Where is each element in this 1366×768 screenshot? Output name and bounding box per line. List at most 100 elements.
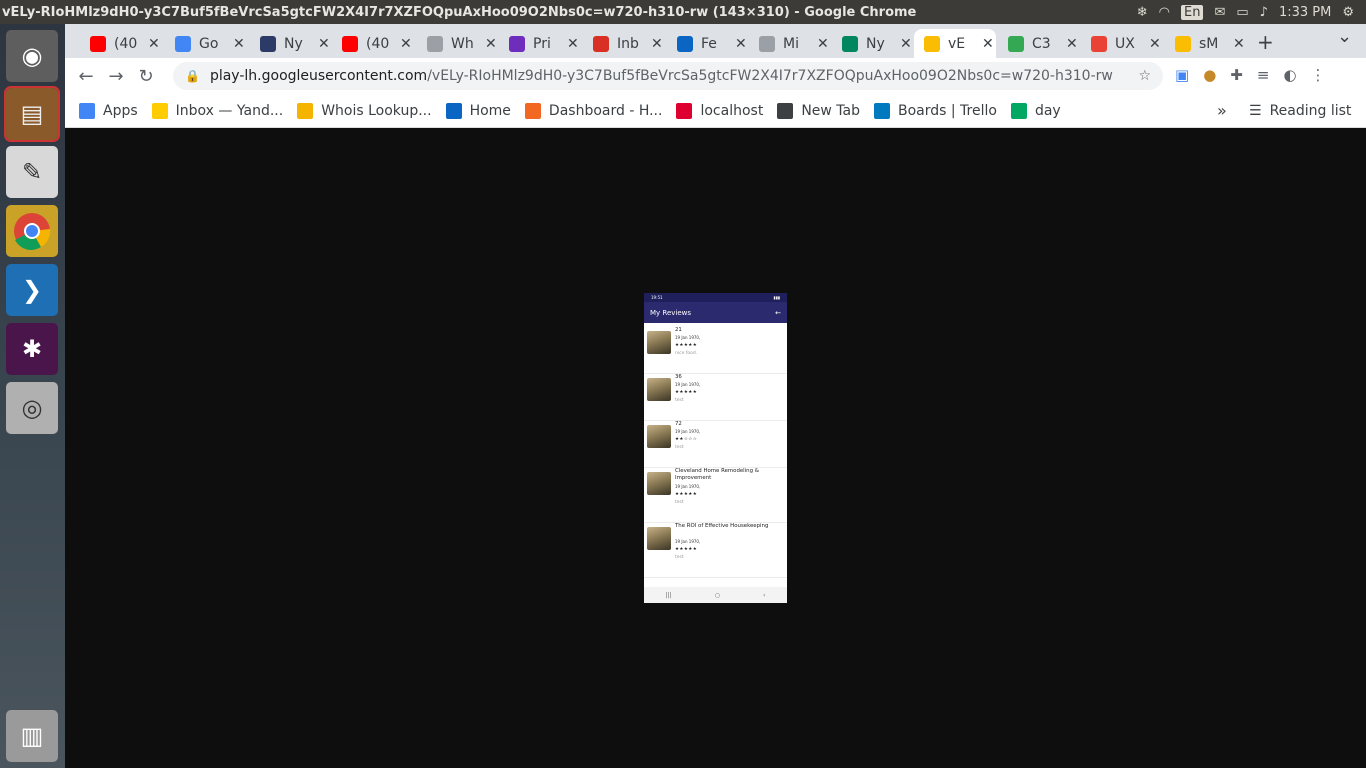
bookmark-label: Whois Lookup... bbox=[321, 102, 432, 119]
forward-icon[interactable]: → bbox=[101, 66, 131, 87]
review-comment: test bbox=[675, 398, 684, 403]
close-tab-icon[interactable]: ✕ bbox=[735, 36, 747, 52]
back-arrow-icon: ← bbox=[775, 308, 781, 317]
bookmark-label: day bbox=[1034, 102, 1061, 119]
star-icon[interactable]: ☆ bbox=[1138, 68, 1151, 84]
close-tab-icon[interactable]: ✕ bbox=[1066, 36, 1078, 52]
network-icon[interactable]: ❄ bbox=[1137, 5, 1148, 20]
bookmark-item[interactable]: Home bbox=[445, 102, 511, 119]
close-tab-icon[interactable]: ✕ bbox=[233, 36, 245, 52]
review-thumbnail bbox=[647, 378, 671, 401]
url-host: play-lh.googleusercontent.com bbox=[209, 68, 428, 84]
tab[interactable]: Ny ✕ bbox=[250, 29, 330, 58]
cookie-extension-icon[interactable]: ● bbox=[1203, 66, 1216, 84]
bookmark-item[interactable]: day bbox=[1010, 102, 1061, 119]
menu-icon[interactable]: ⋮ bbox=[1311, 66, 1326, 84]
tab-favicon-icon bbox=[677, 35, 693, 52]
reading-list-icon: ☰ bbox=[1249, 102, 1262, 119]
review-title: Cleveland Home Remodeling & Improvement bbox=[675, 468, 759, 481]
tab[interactable]: UX ✕ bbox=[1081, 29, 1161, 58]
tab-label: Go bbox=[199, 35, 219, 52]
battery-icon[interactable]: ▭ bbox=[1236, 5, 1248, 20]
profile-avatar[interactable]: ◐ bbox=[1283, 66, 1296, 84]
text-editor-icon[interactable]: ✎ bbox=[6, 146, 58, 198]
lock-icon[interactable]: 🔒 bbox=[185, 69, 200, 83]
chrome-icon[interactable] bbox=[6, 205, 58, 257]
extensions-icon[interactable]: ✚ bbox=[1230, 66, 1243, 84]
tab[interactable]: vE ✕ bbox=[914, 29, 996, 58]
vscode-icon[interactable]: ❯ bbox=[6, 264, 58, 316]
back-nav-icon: ‹ bbox=[763, 591, 766, 599]
review-date: 19 Jan 1970, bbox=[675, 429, 701, 434]
tab[interactable]: Wh ✕ bbox=[417, 29, 497, 58]
recents-icon: ||| bbox=[665, 591, 672, 599]
close-tab-icon[interactable]: ✕ bbox=[817, 36, 829, 52]
tab-favicon-icon bbox=[175, 35, 191, 52]
wifi-icon[interactable]: ◠ bbox=[1159, 5, 1170, 20]
bookmark-favicon-icon bbox=[676, 102, 693, 119]
bookmark-item[interactable]: Dashboard - H... bbox=[524, 102, 662, 119]
tab-favicon-icon bbox=[90, 35, 106, 52]
reload-icon[interactable]: ↻ bbox=[131, 66, 161, 87]
review-stars: ★★★★★ bbox=[675, 343, 698, 348]
tab-search-icon[interactable]: ⌄ bbox=[1337, 26, 1352, 47]
bookmark-item[interactable]: localhost bbox=[676, 102, 763, 119]
bookmark-label: Boards | Trello bbox=[898, 102, 997, 119]
bookmark-item[interactable]: New Tab bbox=[777, 102, 860, 119]
close-tab-icon[interactable]: ✕ bbox=[900, 36, 912, 52]
bookmark-item[interactable]: Boards | Trello bbox=[874, 102, 997, 119]
settings-icon[interactable]: ⚙ bbox=[1342, 5, 1354, 20]
phone-page-title: My Reviews bbox=[650, 308, 692, 317]
new-tab-button[interactable]: + bbox=[1257, 30, 1274, 54]
tab[interactable]: Fe ✕ bbox=[667, 29, 747, 58]
tab[interactable]: Go ✕ bbox=[165, 29, 245, 58]
tab[interactable]: Inb ✕ bbox=[583, 29, 663, 58]
review-thumbnail bbox=[647, 472, 671, 495]
review-item: 72 19 Jan 1970, ★★☆☆☆ test bbox=[644, 421, 787, 468]
bookmark-favicon-icon bbox=[445, 102, 462, 119]
tab[interactable]: sM ✕ bbox=[1165, 29, 1245, 58]
close-tab-icon[interactable]: ✕ bbox=[1149, 36, 1161, 52]
ubuntu-icon[interactable]: ◉ bbox=[6, 30, 58, 82]
mail-icon[interactable]: ✉ bbox=[1214, 5, 1225, 20]
review-stars: ★★★★★ bbox=[675, 492, 698, 497]
close-tab-icon[interactable]: ✕ bbox=[1233, 36, 1245, 52]
address-bar[interactable]: 🔒 play-lh.googleusercontent.com/vELy-RIo… bbox=[173, 62, 1163, 90]
files-icon[interactable]: ▤ bbox=[4, 86, 60, 142]
close-tab-icon[interactable]: ✕ bbox=[400, 36, 412, 52]
close-tab-icon[interactable]: ✕ bbox=[982, 36, 994, 52]
review-thumbnail bbox=[647, 425, 671, 448]
review-thumbnail bbox=[647, 527, 671, 550]
toolbar: ← → ↻ 🔒 play-lh.googleusercontent.com/vE… bbox=[65, 58, 1366, 94]
close-tab-icon[interactable]: ✕ bbox=[318, 36, 330, 52]
slack-icon[interactable]: ✱ bbox=[6, 323, 58, 375]
tab[interactable]: (40 ✕ bbox=[80, 29, 160, 58]
tab[interactable]: Pri ✕ bbox=[499, 29, 579, 58]
review-item: The ROI of Effective Housekeeping 19 Jan … bbox=[644, 523, 787, 578]
phone-signal-icon: ▮▮▮ bbox=[773, 295, 780, 300]
screenshot-image: 19:51 ▮▮▮ My Reviews ← 21 19 Jan 1970, ★★★… bbox=[644, 293, 787, 603]
close-tab-icon[interactable]: ✕ bbox=[567, 36, 579, 52]
translate-icon[interactable]: ▣ bbox=[1175, 66, 1189, 84]
tab-favicon-icon bbox=[1091, 35, 1107, 52]
tab[interactable]: (40 ✕ bbox=[332, 29, 412, 58]
review-comment: test bbox=[675, 500, 684, 505]
reading-list-button[interactable]: ☰ Reading list bbox=[1249, 103, 1351, 119]
trash-icon[interactable]: ▥ bbox=[6, 710, 58, 762]
volume-icon[interactable]: ♪ bbox=[1260, 5, 1268, 20]
keyboard-language[interactable]: En bbox=[1181, 4, 1204, 20]
bookmark-item[interactable]: Whois Lookup... bbox=[297, 102, 432, 119]
media-icon[interactable]: ≡ bbox=[1257, 66, 1270, 84]
close-tab-icon[interactable]: ✕ bbox=[485, 36, 497, 52]
clock[interactable]: 1:33 PM bbox=[1279, 5, 1331, 20]
tab[interactable]: Ny ✕ bbox=[832, 29, 912, 58]
close-tab-icon[interactable]: ✕ bbox=[651, 36, 663, 52]
more-bookmarks-icon[interactable]: » bbox=[1217, 101, 1227, 120]
bookmark-item[interactable]: Apps bbox=[79, 102, 138, 119]
screenshot-icon[interactable]: ◎ bbox=[6, 382, 58, 434]
back-icon[interactable]: ← bbox=[71, 66, 101, 87]
close-tab-icon[interactable]: ✕ bbox=[148, 36, 160, 52]
tab[interactable]: C3 ✕ bbox=[998, 29, 1078, 58]
bookmark-item[interactable]: Inbox — Yand... bbox=[151, 102, 283, 119]
tab[interactable]: Mi ✕ bbox=[749, 29, 829, 58]
